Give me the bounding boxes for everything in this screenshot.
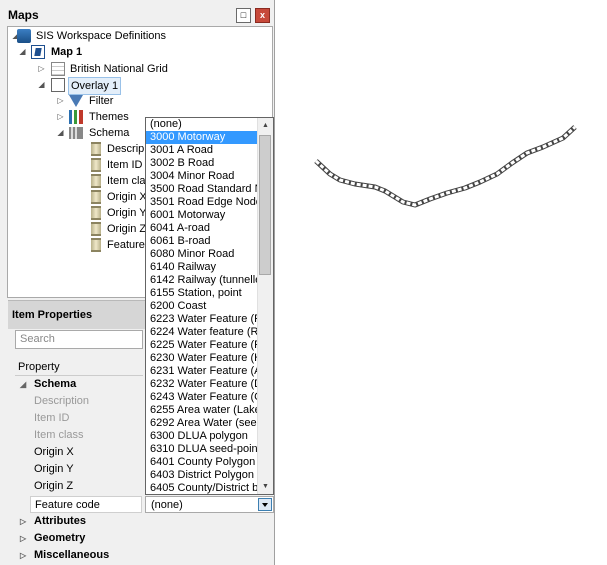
column-icon bbox=[91, 174, 101, 188]
workspace-icon bbox=[17, 29, 31, 43]
expand-icon[interactable]: ▷ bbox=[20, 513, 26, 530]
property-label: Item class bbox=[34, 429, 84, 441]
tree-label-grid: British National Grid bbox=[70, 63, 168, 75]
dropdown-option[interactable]: 6061 B-road bbox=[146, 235, 259, 248]
dropdown-option[interactable]: 6403 District Polygon bbox=[146, 469, 259, 482]
dropdown-option[interactable]: 6001 Motorway bbox=[146, 209, 259, 222]
column-icon bbox=[91, 238, 101, 252]
dropdown-option[interactable]: 6140 Railway bbox=[146, 261, 259, 274]
dropdown-option[interactable]: 6224 Water feature (R bbox=[146, 326, 259, 339]
item-properties-title: Item Properties bbox=[12, 309, 93, 321]
feature-code-dropdown[interactable]: (none) 3000 Motorway 3001 A Road 3002 B Roa… bbox=[145, 117, 274, 495]
dropdown-option[interactable]: 6231 Water Feature (A bbox=[146, 365, 259, 378]
dropdown-option[interactable]: 6225 Water Feature (F bbox=[146, 339, 259, 352]
collapse-icon[interactable]: ◢ bbox=[18, 44, 27, 60]
dropdown-option[interactable]: 3004 Minor Road bbox=[146, 170, 259, 183]
tree-label-column: Item ID bbox=[107, 159, 143, 171]
dropdown-list: (none) 3000 Motorway 3001 A Road 3002 B Roa… bbox=[146, 118, 259, 494]
dropdown-option[interactable]: 6255 Area water (Lake bbox=[146, 404, 259, 417]
group-geometry[interactable]: ▷ Geometry bbox=[0, 530, 274, 547]
group-label: Geometry bbox=[34, 532, 86, 544]
filter-icon bbox=[69, 95, 83, 107]
dropdown-option[interactable]: 3000 Motorway bbox=[146, 131, 259, 144]
overlay-icon bbox=[51, 78, 65, 92]
tree-label-themes: Themes bbox=[89, 111, 129, 123]
property-label: Origin X bbox=[34, 446, 74, 458]
scrollbar-thumb[interactable] bbox=[259, 135, 271, 275]
tree-label-column: Origin X bbox=[107, 191, 147, 203]
maps-panel-header: Maps □ x bbox=[0, 4, 274, 24]
tree-label-column: Origin Y bbox=[107, 207, 147, 219]
dropdown-option[interactable]: 6223 Water Feature (F bbox=[146, 313, 259, 326]
tree-label-column: Origin Z bbox=[107, 223, 147, 235]
column-icon bbox=[91, 222, 101, 236]
group-label: Attributes bbox=[34, 515, 86, 527]
expand-icon[interactable]: ▷ bbox=[20, 547, 26, 564]
column-icon bbox=[91, 190, 101, 204]
close-icon[interactable]: x bbox=[255, 8, 270, 23]
map-canvas[interactable] bbox=[275, 0, 607, 565]
feature-code-value: (none) bbox=[151, 499, 183, 511]
dropdown-option[interactable]: 6041 A-road bbox=[146, 222, 259, 235]
dropdown-option[interactable]: 6142 Railway (tunnelle bbox=[146, 274, 259, 287]
dropdown-option[interactable]: 6230 Water Feature (H bbox=[146, 352, 259, 365]
dropdown-option[interactable]: 3001 A Road bbox=[146, 144, 259, 157]
property-label: Item ID bbox=[34, 412, 70, 424]
dropdown-option[interactable]: 6243 Water Feature (C bbox=[146, 391, 259, 404]
expand-icon[interactable]: ▷ bbox=[56, 109, 65, 125]
collapse-icon[interactable]: ◢ bbox=[56, 125, 65, 141]
column-icon bbox=[91, 206, 101, 220]
tree-label-column: Descrip bbox=[107, 143, 145, 155]
property-label: Origin Z bbox=[34, 480, 74, 492]
dropdown-option[interactable]: (none) bbox=[146, 118, 259, 131]
group-label: Schema bbox=[34, 378, 77, 390]
schema-icon bbox=[69, 127, 83, 139]
dropdown-option[interactable]: 3002 B Road bbox=[146, 157, 259, 170]
dropdown-scrollbar[interactable]: ▲ ▼ bbox=[257, 118, 273, 494]
dropdown-option[interactable]: 6310 DLUA seed-point bbox=[146, 443, 259, 456]
dropdown-option[interactable]: 6405 County/District b bbox=[146, 482, 259, 494]
dropdown-option[interactable]: 6080 Minor Road bbox=[146, 248, 259, 261]
column-icon bbox=[91, 142, 101, 156]
tree-label-filter: Filter bbox=[89, 95, 114, 107]
dropdown-option[interactable]: 6200 Coast bbox=[146, 300, 259, 313]
dropdown-option[interactable]: 6401 County Polygon bbox=[146, 456, 259, 469]
maps-panel-title: Maps bbox=[8, 8, 39, 22]
feature-code-label[interactable]: Feature code bbox=[30, 496, 142, 513]
expand-icon[interactable]: ▷ bbox=[56, 93, 65, 109]
dropdown-option[interactable]: 6300 DLUA polygon bbox=[146, 430, 259, 443]
road-feature bbox=[314, 125, 577, 208]
group-attributes[interactable]: ▷ Attributes bbox=[0, 513, 274, 530]
group-miscellaneous[interactable]: ▷ Miscellaneous bbox=[0, 547, 274, 564]
dropdown-option[interactable]: 3501 Road Edge Node bbox=[146, 196, 259, 209]
dropdown-option[interactable]: 6292 Area Water (seed bbox=[146, 417, 259, 430]
property-column-header: Property bbox=[15, 358, 143, 376]
tree-label-column: Feature bbox=[107, 239, 145, 251]
feature-code-combobox[interactable]: (none) bbox=[145, 496, 274, 513]
tree-label-map: Map 1 bbox=[51, 46, 83, 58]
property-label: Origin Y bbox=[34, 463, 74, 475]
group-label: Miscellaneous bbox=[34, 549, 110, 561]
collapse-icon[interactable]: ◢ bbox=[37, 77, 46, 93]
scroll-down-icon[interactable]: ▼ bbox=[258, 479, 273, 494]
expand-icon[interactable]: ▷ bbox=[37, 61, 46, 77]
dropdown-option[interactable]: 3500 Road Standard N bbox=[146, 183, 259, 196]
pin-icon[interactable]: □ bbox=[236, 8, 251, 23]
column-icon bbox=[91, 158, 101, 172]
scroll-up-icon[interactable]: ▲ bbox=[258, 118, 273, 133]
dropdown-option[interactable]: 6155 Station, point bbox=[146, 287, 259, 300]
search-input[interactable]: Search bbox=[15, 330, 143, 349]
themes-icon bbox=[69, 110, 83, 124]
tree-label-workspace: SIS Workspace Definitions bbox=[36, 30, 167, 42]
dropdown-option[interactable]: 6232 Water Feature (D bbox=[146, 378, 259, 391]
map-icon bbox=[31, 45, 45, 59]
expand-icon[interactable]: ▷ bbox=[20, 530, 26, 547]
collapse-icon[interactable]: ◢ bbox=[20, 376, 26, 393]
chevron-down-icon[interactable] bbox=[258, 498, 272, 511]
tree-label-schema: Schema bbox=[89, 127, 130, 139]
property-label: Description bbox=[34, 395, 90, 407]
grid-icon bbox=[51, 62, 65, 76]
